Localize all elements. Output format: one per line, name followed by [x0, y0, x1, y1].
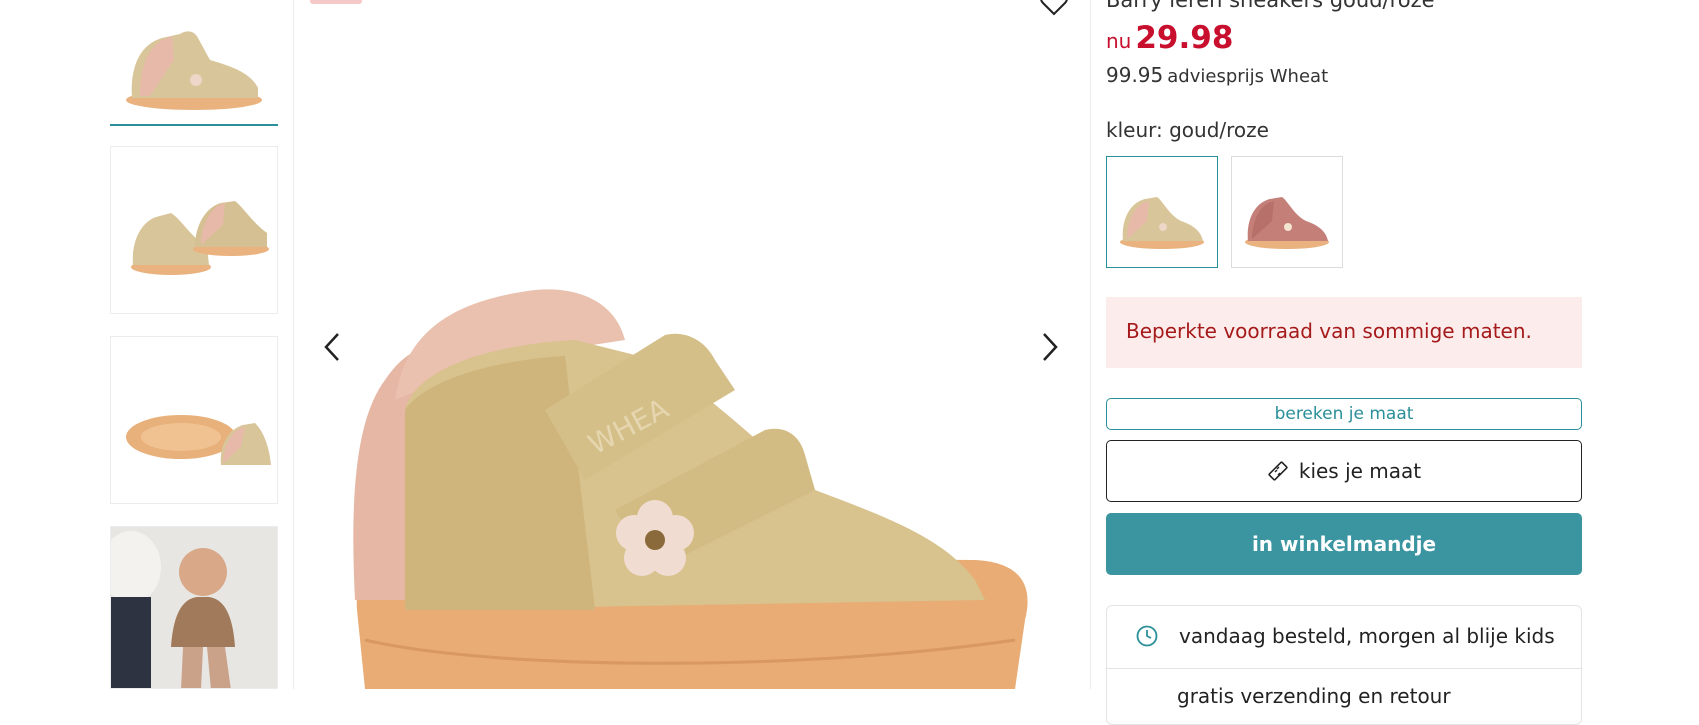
stock-alert: Beperkte voorraad van sommige maten. [1106, 297, 1582, 368]
gallery-divider-right [1090, 0, 1091, 689]
choose-size-button[interactable]: kies je maat [1106, 440, 1582, 502]
calculate-size-button[interactable]: bereken je maat [1106, 398, 1582, 430]
color-label: kleur: goud/roze [1106, 118, 1269, 142]
favorite-button[interactable] [1040, 0, 1068, 16]
thumbnail-3[interactable] [110, 336, 278, 504]
price-old: 99.95 [1106, 63, 1164, 87]
thumbnail-4[interactable] [110, 526, 278, 689]
pink-shoe-swatch-image [1245, 197, 1329, 249]
add-to-cart-button[interactable]: in winkelmandje [1106, 513, 1582, 575]
price-old-row: 99.95 adviesprijs Wheat [1106, 63, 1328, 87]
ruler-icon [1268, 461, 1288, 481]
shoe-pair-thumbnail-image [131, 201, 269, 275]
usp-delivery: vandaag besteld, morgen al blije kids [1135, 624, 1555, 648]
heart-icon [1040, 0, 1068, 16]
color-swatch-gold-pink[interactable] [1106, 156, 1218, 268]
thumbnail-list [110, 0, 280, 689]
shoe-thumbnail-image [126, 31, 262, 110]
color-swatch-pink[interactable] [1231, 156, 1343, 268]
thumbnail-1[interactable] [110, 0, 278, 126]
clock-icon [1136, 625, 1158, 647]
price-now: 29.98 [1135, 20, 1234, 56]
gallery-divider-left [293, 0, 294, 689]
usp-delivery-text: vandaag besteld, morgen al blije kids [1179, 624, 1555, 648]
price-prefix: nu [1106, 29, 1132, 53]
child-photo-thumbnail-image [111, 527, 277, 688]
gold-sneaker-image: WHEA [353, 289, 1028, 689]
usp-divider [1107, 668, 1581, 669]
product-title: Barry leren sneakers goud/roze [1106, 0, 1435, 12]
main-product-image[interactable]: WHEA [295, 0, 1090, 689]
chevron-left-icon [324, 333, 339, 361]
choose-size-label: kies je maat [1298, 459, 1422, 483]
usp-second-text: gratis verzending en retour [1177, 684, 1451, 708]
price-advice-label: adviesprijs Wheat [1167, 66, 1329, 87]
prev-image-button[interactable] [316, 330, 350, 364]
gold-shoe-swatch-image [1120, 197, 1204, 249]
shoe-sole-thumbnail-image [126, 415, 271, 465]
price-row: nu 29.98 [1106, 20, 1233, 56]
next-image-button[interactable] [1032, 330, 1066, 364]
chevron-right-icon [1043, 333, 1058, 361]
thumbnail-2[interactable] [110, 146, 278, 314]
usp-box: vandaag besteld, morgen al blije kids gr… [1106, 605, 1582, 725]
